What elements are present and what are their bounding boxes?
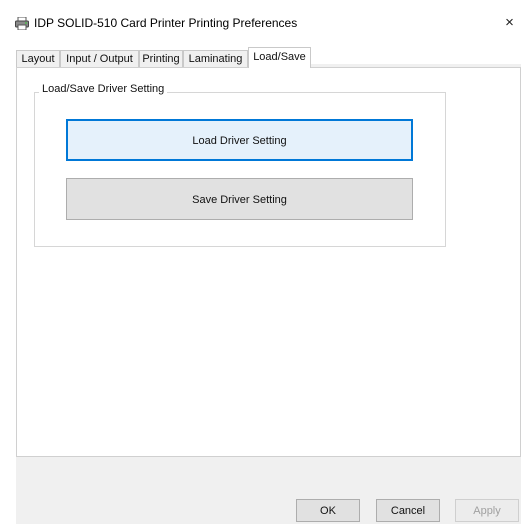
title-bar: IDP SOLID-510 Card Printer Printing Pref…: [0, 0, 521, 44]
load-save-groupbox: Load Driver Setting Save Driver Setting: [34, 92, 446, 247]
apply-button[interactable]: Apply: [455, 499, 519, 522]
groupbox-label: Load/Save Driver Setting: [39, 83, 168, 95]
tab-panel-load-save: Load Driver Setting Save Driver Setting …: [16, 67, 521, 457]
tab-laminating[interactable]: Laminating: [183, 50, 248, 67]
tab-strip: Layout Input / Output Printing Laminatin…: [16, 47, 521, 68]
tab-input-output[interactable]: Input / Output: [60, 50, 139, 67]
save-driver-setting-button[interactable]: Save Driver Setting: [66, 178, 413, 220]
tab-layout[interactable]: Layout: [16, 50, 60, 67]
window-title: IDP SOLID-510 Card Printer Printing Pref…: [34, 16, 298, 30]
printer-icon: [15, 16, 29, 31]
tab-load-save[interactable]: Load/Save: [248, 47, 311, 68]
tab-printing[interactable]: Printing: [139, 50, 183, 67]
cancel-button[interactable]: Cancel: [376, 499, 440, 522]
ok-button[interactable]: OK: [296, 499, 360, 522]
load-driver-setting-button[interactable]: Load Driver Setting: [66, 119, 413, 161]
close-button[interactable]: ×: [498, 8, 521, 38]
